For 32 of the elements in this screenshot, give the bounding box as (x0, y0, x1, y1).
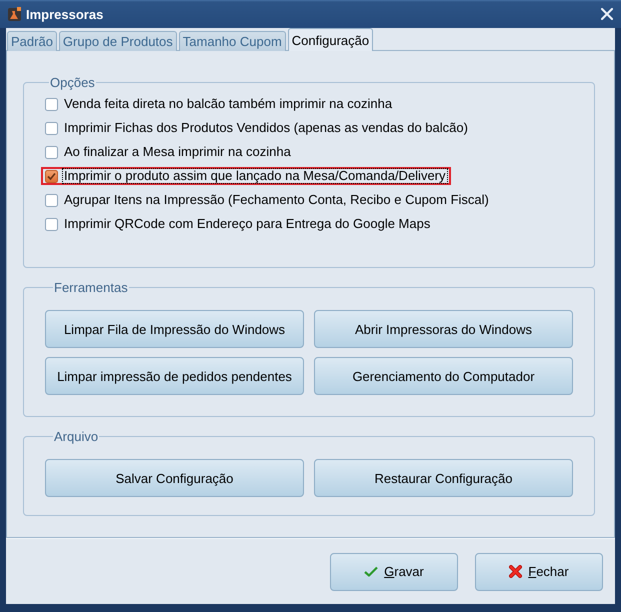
checkbox[interactable] (45, 122, 58, 134)
checkbox-label[interactable]: Agrupar Itens na Impressão (Fechamento Conta, Recibo e Cupom Fiscal) (62, 192, 491, 208)
window-title: Impressoras (26, 6, 104, 22)
action-button[interactable]: Restaurar Configuração (314, 459, 573, 497)
group-title: Arquivo (53, 429, 100, 444)
x-icon (509, 565, 522, 578)
close-button[interactable]: Fechar (475, 552, 603, 590)
group-title: Ferramentas (53, 280, 129, 295)
tab[interactable]: Grupo de Produtos (58, 31, 177, 51)
checkbox-label[interactable]: Imprimir o produto assim que lançado na Mesa/Comanda/Delivery (62, 168, 448, 184)
group-title: Opções (49, 75, 96, 90)
check-icon (364, 566, 378, 577)
checkbox-label[interactable]: Venda feita direta no balcão também imprimir na cozinha (62, 96, 394, 112)
checkbox-label[interactable]: Ao finalizar a Mesa imprimir na cozinha (62, 144, 293, 160)
save-button[interactable]: Gravar (330, 552, 458, 590)
tab[interactable]: Tamanho Cupom (178, 31, 286, 51)
checkbox[interactable] (45, 98, 58, 110)
tab[interactable]: Padrão (7, 31, 57, 51)
checkbox[interactable] (45, 170, 58, 182)
close-icon[interactable] (601, 8, 613, 20)
app-icon (8, 7, 21, 21)
checkbox[interactable] (45, 146, 58, 158)
action-button[interactable]: Gerenciamento do Computador (314, 357, 573, 395)
tab[interactable]: Configuração (288, 28, 374, 51)
action-button[interactable]: Abrir Impressoras do Windows (314, 310, 573, 348)
action-button[interactable]: Limpar impressão de pedidos pendentes (45, 357, 304, 395)
action-button[interactable]: Salvar Configuração (45, 459, 304, 497)
checkbox[interactable] (45, 218, 58, 230)
checkbox-label[interactable]: Imprimir Fichas dos Produtos Vendidos (apenas as vendas do balcão) (62, 120, 470, 136)
action-button[interactable]: Limpar Fila de Impressão do Windows (45, 310, 304, 348)
checkbox-label[interactable]: Imprimir QRCode com Endereço para Entrega do Google Maps (62, 216, 432, 232)
checkbox[interactable] (45, 194, 58, 206)
